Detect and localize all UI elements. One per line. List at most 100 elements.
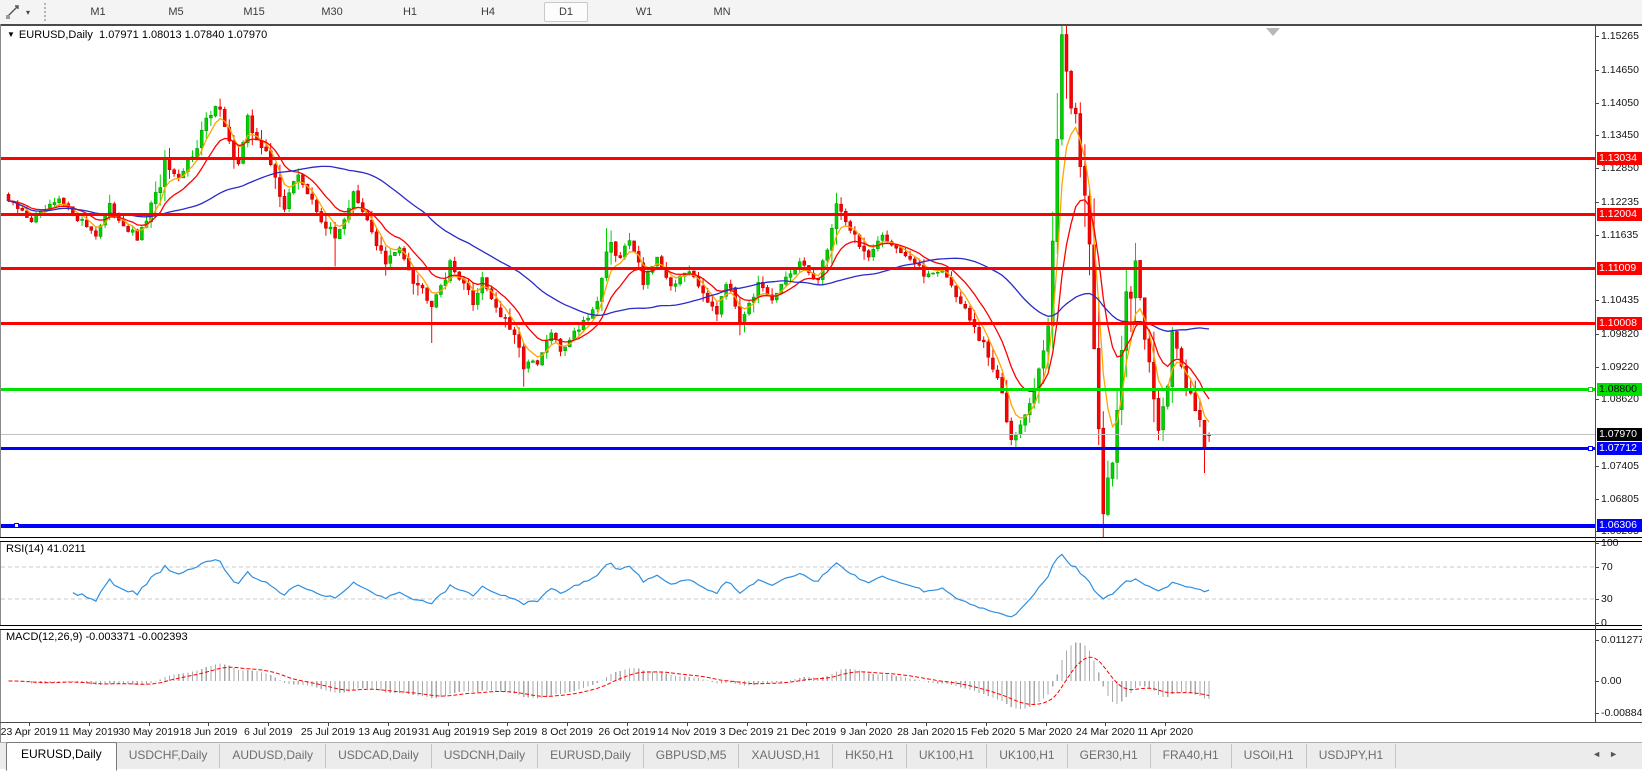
date-tick-mark (1046, 722, 1047, 726)
timeframe-button-mn[interactable]: MN (683, 2, 761, 22)
rsi-tick-label: 100 (1601, 537, 1642, 549)
horizontal-line-1.12004[interactable] (1, 213, 1595, 216)
timeframe-button-h4[interactable]: H4 (449, 2, 527, 22)
tab-scroll-left-icon[interactable]: ◄ (1592, 749, 1609, 759)
date-tick-mark (1165, 722, 1166, 726)
tab-audusd-daily-2[interactable]: AUDUSD,Daily (220, 744, 326, 768)
horizontal-line-1.088[interactable] (1, 388, 1595, 391)
date-label: 23 Apr 2019 (1, 726, 58, 738)
macd-indicator-pane[interactable] (1, 629, 1594, 721)
price-tick-label: 1.12235 (1601, 196, 1642, 208)
collapse-icon[interactable]: ▼ (7, 30, 15, 39)
line-handle-1.088[interactable] (1588, 387, 1593, 392)
price-tick-mark (1595, 135, 1599, 136)
tab-usdcnh-daily-4[interactable]: USDCNH,Daily (432, 744, 538, 768)
date-tick-mark (388, 722, 389, 726)
tab-ger30-h1-11[interactable]: GER30,H1 (1068, 744, 1151, 768)
timeframe-button-m5[interactable]: M5 (137, 2, 215, 22)
tab-eurusd-daily-5[interactable]: EURUSD,Daily (538, 744, 644, 768)
price-tick-mark (1595, 235, 1599, 236)
horizontal-line-1.10008[interactable] (1, 322, 1595, 325)
chart-tab-bar: EURUSD,DailyUSDCHF,DailyAUDUSD,DailyUSDC… (0, 742, 1642, 769)
horizontal-line-1.07712[interactable] (1, 447, 1595, 450)
macd-tick-mark (1595, 713, 1599, 714)
rsi-indicator-pane[interactable] (1, 541, 1594, 624)
timeframe-button-m1[interactable]: M1 (59, 2, 137, 22)
date-label: 11 Apr 2020 (1137, 726, 1193, 738)
price-tick-label: 1.14650 (1601, 64, 1642, 76)
crosshair-tool-button[interactable] (2, 3, 24, 21)
date-label: 26 Oct 2019 (598, 726, 655, 738)
date-tick-mark (268, 722, 269, 726)
timeframe-button-w1[interactable]: W1 (605, 2, 683, 22)
rsi-line (73, 554, 1209, 616)
price-tick-label: 1.13450 (1601, 129, 1642, 141)
tab-usoil-h1-13[interactable]: USOil,H1 (1232, 744, 1307, 768)
tab-scroll-arrows[interactable]: ◄► (1592, 749, 1626, 759)
date-label: 13 Aug 2019 (358, 726, 417, 738)
candlestick-series (7, 26, 1211, 537)
tab-usdchf-daily-1[interactable]: USDCHF,Daily (117, 744, 221, 768)
tab-eurusd-daily-0[interactable]: EURUSD,Daily (6, 742, 117, 771)
crosshair-icon (5, 4, 21, 20)
date-tick-mark (89, 722, 90, 726)
macd-tick-mark (1595, 681, 1599, 682)
tab-usdjpy-h1-14[interactable]: USDJPY,H1 (1307, 744, 1396, 768)
tab-fra40-h1-12[interactable]: FRA40,H1 (1151, 744, 1232, 768)
rsi-tick-mark (1595, 567, 1599, 568)
top-toolbar: ▾ M1 M5 M15 M30 H1 H4 D1 W1 MN (0, 0, 1642, 25)
price-tick-mark (1595, 334, 1599, 335)
timeframe-button-m30[interactable]: M30 (293, 2, 371, 22)
date-label: 6 Jul 2019 (244, 726, 292, 738)
date-tick-mark (687, 722, 688, 726)
tab-usdcad-daily-3[interactable]: USDCAD,Daily (326, 744, 432, 768)
pane-divider[interactable] (0, 625, 1642, 630)
macd-tick-label: 0.011277 (1601, 634, 1642, 646)
date-tick-mark (627, 722, 628, 726)
date-label: 21 Dec 2019 (777, 726, 837, 738)
timeframe-button-h1[interactable]: H1 (371, 2, 449, 22)
price-tick-mark (1595, 367, 1599, 368)
tab-gbpusd-m5-6[interactable]: GBPUSD,M5 (644, 744, 740, 768)
price-tag-1.08800: 1.08800 (1597, 383, 1642, 396)
tab-hk50-h1-8[interactable]: HK50,H1 (833, 744, 907, 768)
pane-divider[interactable] (0, 537, 1642, 542)
date-tick-mark (149, 722, 150, 726)
line-handle-1.07712[interactable] (1588, 446, 1593, 451)
horizontal-line-1.11009[interactable] (1, 267, 1595, 270)
price-tag-1.07712: 1.07712 (1597, 442, 1642, 455)
chart-shift-marker[interactable] (1266, 28, 1280, 36)
tab-uk100-h1-10[interactable]: UK100,H1 (987, 744, 1067, 768)
macd-tick-mark (1595, 640, 1599, 641)
chevron-down-icon[interactable]: ▾ (26, 8, 30, 17)
date-label: 18 Jun 2019 (179, 726, 237, 738)
line-handle-1.06306[interactable] (14, 523, 19, 528)
price-tick-label: 1.11635 (1601, 229, 1642, 241)
rsi-tick-label: 0 (1601, 617, 1642, 629)
date-tick-mark (507, 722, 508, 726)
date-label: 8 Oct 2019 (542, 726, 593, 738)
tab-uk100-h1-9[interactable]: UK100,H1 (907, 744, 987, 768)
price-chart-pane[interactable] (1, 26, 1594, 537)
price-tick-mark (1595, 168, 1599, 169)
timeframe-button-m15[interactable]: M15 (215, 2, 293, 22)
price-tick-label: 1.09220 (1601, 361, 1642, 373)
tab-xauusd-h1-7[interactable]: XAUUSD,H1 (739, 744, 833, 768)
moving-average-40 (9, 166, 1210, 331)
rsi-tick-mark (1595, 543, 1599, 544)
price-tick-label: 1.15265 (1601, 30, 1642, 42)
tab-scroll-right-icon[interactable]: ► (1609, 749, 1626, 759)
date-label: 30 May 2019 (118, 726, 179, 738)
macd-label: MACD(12,26,9) -0.003371 -0.002393 (6, 631, 188, 643)
price-axis-line (1595, 26, 1596, 722)
price-tag-1.11009: 1.11009 (1597, 262, 1642, 275)
horizontal-line-1.0797[interactable] (1, 434, 1595, 435)
date-label: 11 May 2019 (59, 726, 119, 738)
horizontal-line-1.13034[interactable] (1, 157, 1595, 160)
price-tick-mark (1595, 36, 1599, 37)
price-tick-label: 1.14050 (1601, 97, 1642, 109)
date-tick-mark (926, 722, 927, 726)
horizontal-line-1.06306[interactable] (1, 524, 1595, 528)
timeframe-button-d1[interactable]: D1 (544, 2, 588, 22)
date-tick-mark (448, 722, 449, 726)
